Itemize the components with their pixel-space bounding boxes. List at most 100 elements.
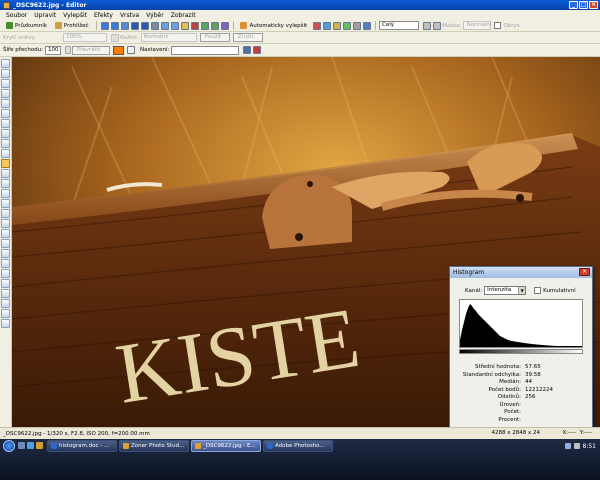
redeye-tool-icon[interactable] (1, 119, 10, 128)
prohlizec-button[interactable]: Prohlížeč (52, 21, 92, 31)
resize-icon[interactable] (221, 21, 230, 30)
print-icon[interactable] (151, 21, 160, 30)
dodge-tool-icon[interactable] (1, 269, 10, 278)
zoom-select[interactable]: Celý (379, 21, 420, 30)
clock[interactable]: 8:51 (583, 443, 596, 450)
histogram-title-bar[interactable]: Histogram (450, 267, 592, 278)
layer-add-icon[interactable] (433, 21, 442, 30)
blur-tool-icon[interactable] (1, 249, 10, 258)
menu-vrstva[interactable]: Vrstva (120, 12, 139, 19)
color-swatch[interactable] (113, 45, 125, 55)
warp-tool-icon[interactable] (1, 309, 10, 318)
crop-tool-icon[interactable] (1, 79, 10, 88)
sharpen-icon[interactable] (343, 21, 352, 30)
clone-tool-icon[interactable] (1, 129, 10, 138)
auto-enhance-button[interactable]: Automaticky vylepšit (237, 21, 310, 31)
menu-vylepsit[interactable]: Vylepšit (63, 12, 87, 19)
task-histogram-doc[interactable]: histogram.doc - ... (47, 440, 117, 452)
layer-toolbar: Krytí vrstvy: 100% Režim: Normální Použí… (0, 32, 600, 44)
pruzkumnik-button[interactable]: Průzkumník (3, 21, 50, 31)
save-preset-icon[interactable] (243, 46, 252, 54)
sharpen-tool-icon[interactable] (1, 259, 10, 268)
save-icon[interactable] (131, 21, 140, 30)
prevratit-button[interactable]: Převrátit (72, 45, 111, 55)
minimize-button[interactable]: _ (569, 1, 578, 9)
crop-icon[interactable] (181, 21, 190, 30)
close-button[interactable]: × (589, 1, 598, 9)
zoom-tool-icon[interactable] (1, 69, 10, 78)
undo-icon[interactable] (161, 21, 170, 30)
eyedropper-tool-icon[interactable] (1, 239, 10, 248)
sire-input[interactable]: 100 (45, 45, 62, 55)
wand-tool-icon[interactable] (1, 179, 10, 188)
sponge-tool-icon[interactable] (1, 289, 10, 298)
status-bar: _DSC9622.jpg - 1/320 s, F2.8, ISO 200, f… (0, 427, 600, 439)
histogram-close-button[interactable]: × (579, 268, 590, 276)
histogram-stats: Střední hodnota: 57.65 Standardní odchylk… (462, 364, 553, 423)
eyedropper-icon[interactable] (127, 46, 136, 54)
straighten-tool-icon[interactable] (1, 99, 10, 108)
maximize-button[interactable]: □ (579, 1, 588, 9)
menu-vyber[interactable]: Výběr (146, 12, 163, 19)
flip-icon[interactable] (211, 21, 220, 30)
start-button[interactable] (3, 440, 15, 452)
kanal-select[interactable]: Intenzita ▼ (484, 286, 527, 295)
back-icon[interactable] (101, 21, 110, 30)
language-icon[interactable] (564, 443, 571, 449)
menu-soubor[interactable]: Soubor (6, 12, 27, 19)
open-icon[interactable] (121, 21, 130, 30)
redo-icon[interactable] (171, 21, 180, 30)
quicklaunch-ie-icon[interactable] (27, 442, 34, 449)
quicklaunch-folder-icon[interactable] (36, 442, 43, 449)
redeye-icon[interactable] (191, 21, 200, 30)
obrys-checkbox[interactable] (494, 22, 502, 29)
spin-icon[interactable] (111, 33, 119, 42)
delete-preset-icon[interactable] (253, 46, 262, 54)
photoshop-icon (267, 443, 273, 449)
nastaveni-select[interactable] (171, 45, 240, 55)
zrusit-button[interactable]: Zrušit (232, 33, 263, 42)
fill-tool-icon[interactable] (1, 189, 10, 198)
shape-tool-icon[interactable] (1, 219, 10, 228)
spin-down-icon[interactable] (65, 46, 72, 54)
levels-icon[interactable] (313, 21, 322, 30)
brush-tool-icon[interactable] (1, 139, 10, 148)
smudge-tool-icon[interactable] (1, 299, 10, 308)
line-tool-icon[interactable] (1, 229, 10, 238)
filter-icon[interactable] (353, 21, 362, 30)
eraser-tool-icon[interactable] (1, 149, 10, 158)
frame-tool-icon[interactable] (1, 319, 10, 328)
gradient-tool-icon[interactable] (1, 199, 10, 208)
rotate-icon[interactable] (201, 21, 210, 30)
rotate-tool-icon[interactable] (1, 89, 10, 98)
histogram-dialog: Histogram × Kanál: Intenzita ▼ Kumulativ… (449, 266, 593, 439)
task-editor[interactable]: _DSC9622.jpg - E... (191, 440, 261, 452)
save-as-icon[interactable] (141, 21, 150, 30)
volume-icon[interactable] (573, 443, 580, 449)
histogram-title: Histogram (453, 269, 485, 276)
curves-icon[interactable] (333, 21, 342, 30)
layer-icon[interactable] (423, 21, 432, 30)
rezim-select[interactable]: Normální (140, 33, 197, 42)
task-photoshop[interactable]: Adobe Photosho... (263, 440, 333, 452)
perspective-tool-icon[interactable] (1, 109, 10, 118)
selection-tool-icon[interactable] (1, 159, 10, 168)
zoner-icon (123, 443, 129, 449)
kryti-input[interactable]: 100% (63, 33, 107, 42)
chevron-down-icon: ▼ (518, 287, 526, 294)
lasso-tool-icon[interactable] (1, 169, 10, 178)
forward-icon[interactable] (111, 21, 120, 30)
menu-upravit[interactable]: Upravit (34, 12, 56, 19)
zoom-icon[interactable] (363, 21, 372, 30)
pouzit-button[interactable]: Použít (199, 33, 230, 42)
hand-tool-icon[interactable] (1, 59, 10, 68)
kumulativni-checkbox[interactable] (534, 287, 542, 294)
text-tool-icon[interactable] (1, 209, 10, 218)
burn-tool-icon[interactable] (1, 279, 10, 288)
menu-zobrazit[interactable]: Zobrazit (171, 12, 196, 19)
quicklaunch-desktop-icon[interactable] (18, 442, 25, 449)
mask-select[interactable]: Normální (463, 21, 492, 30)
task-zoner-studio[interactable]: Zoner Photo Stud... (119, 440, 189, 452)
color-icon[interactable] (323, 21, 332, 30)
menu-efekty[interactable]: Efekty (94, 12, 113, 19)
